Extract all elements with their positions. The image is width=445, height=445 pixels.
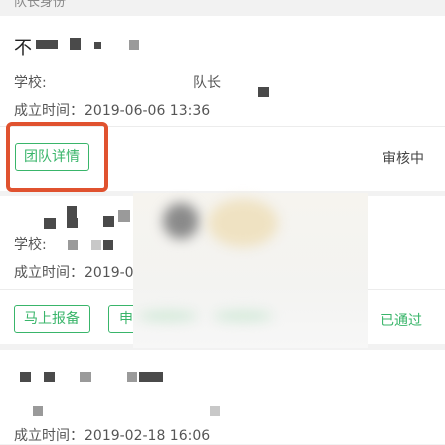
team-card-1: 不 学校: 队长 成立时间：2019-06-06 13:36 团队详情 审核中 bbox=[0, 16, 445, 192]
redacted-name bbox=[70, 38, 81, 50]
founded-label: 成立时间： bbox=[14, 428, 84, 444]
status-badge: 已通过 bbox=[380, 313, 422, 329]
founded-time: 成立时间：2019-06-06 13:36 bbox=[14, 100, 210, 120]
blur-shape bbox=[208, 199, 278, 247]
redacted-name bbox=[127, 372, 137, 382]
highlight-box bbox=[6, 122, 108, 192]
redacted-school bbox=[210, 406, 220, 416]
team-card-3: 成立时间：2019-02-18 16:06 bbox=[0, 350, 445, 444]
redacted-name bbox=[44, 372, 55, 382]
redacted-name bbox=[80, 372, 91, 382]
status-badge: 审核中 bbox=[382, 151, 424, 167]
blur-shape bbox=[163, 203, 199, 239]
school-label: 学校: bbox=[14, 75, 47, 91]
founded-value: 2019-06-06 13:36 bbox=[84, 103, 211, 119]
redacted-school bbox=[33, 406, 43, 416]
redacted-school bbox=[103, 240, 113, 250]
blur-shape bbox=[213, 311, 273, 321]
role-label: 队长 bbox=[193, 75, 221, 91]
redacted-name bbox=[94, 42, 101, 49]
team-name: 不 bbox=[14, 38, 32, 59]
redacted-name bbox=[118, 210, 130, 222]
redacted-school bbox=[91, 240, 101, 250]
redacted-name bbox=[67, 218, 78, 228]
redacted-name bbox=[67, 206, 77, 218]
redacted-name bbox=[36, 40, 58, 49]
founded-time: 成立时间：2019-0 bbox=[14, 262, 134, 282]
blurred-region bbox=[133, 193, 368, 348]
redacted-name bbox=[129, 40, 139, 50]
redacted-name bbox=[20, 372, 31, 382]
report-now-button[interactable]: 马上报备 bbox=[14, 305, 90, 333]
blur-shape bbox=[138, 311, 198, 321]
redacted-name bbox=[139, 372, 163, 382]
founded-label: 成立时间： bbox=[14, 265, 84, 281]
founded-time: 成立时间：2019-02-18 16:06 bbox=[14, 425, 210, 445]
redacted-school bbox=[68, 240, 78, 250]
section-label: 队长身份 bbox=[14, 0, 67, 10]
redacted-name bbox=[44, 218, 56, 229]
redacted-school bbox=[258, 87, 269, 97]
school-label: 学校: bbox=[14, 237, 47, 253]
redacted-name bbox=[103, 216, 114, 227]
founded-value: 2019-0 bbox=[84, 265, 134, 281]
founded-label: 成立时间： bbox=[14, 103, 84, 119]
founded-value: 2019-02-18 16:06 bbox=[84, 428, 211, 444]
